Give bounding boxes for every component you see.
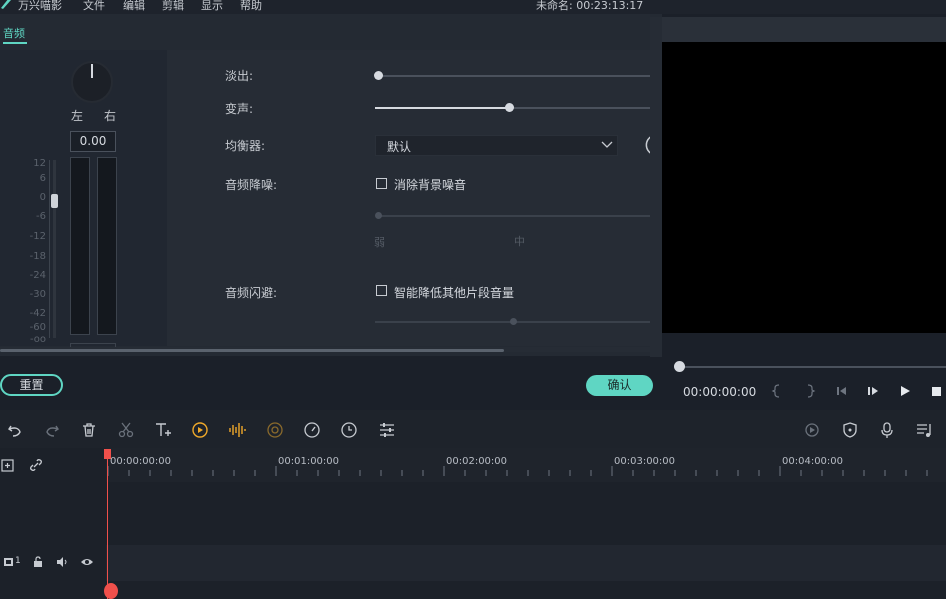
audio-settings [167, 50, 651, 346]
equalizer-select[interactable] [375, 135, 618, 156]
db-tick: 0 [39, 192, 46, 203]
play-icon[interactable] [898, 384, 912, 398]
denoise-level-slider [377, 215, 651, 217]
document-title: 未命名: 00:23:13:17 [536, 0, 644, 12]
audio-mixer-icon[interactable] [915, 421, 933, 439]
ducking-level-thumb [510, 318, 517, 325]
ruler-label: 00:02:00:00 [446, 456, 508, 467]
app-logo-icon [1, 0, 11, 9]
marker-shield-icon[interactable] [841, 421, 859, 439]
eye-icon[interactable] [80, 556, 94, 568]
chevron-down-icon [601, 141, 613, 148]
meter-bar-right [97, 157, 117, 335]
fade-out-slider[interactable] [376, 75, 651, 77]
pan-value-input[interactable]: 0.00 [70, 131, 116, 152]
menu-bar: 万兴喵影 文件 编辑 剪辑 显示 帮助 未命名: 00:23:13:17 [0, 0, 946, 14]
playhead-foot[interactable] [104, 583, 118, 599]
playhead[interactable] [107, 450, 108, 599]
menu-file[interactable]: 文件 [83, 0, 105, 13]
ruler-label: 00:03:00:00 [614, 456, 676, 467]
menu-help[interactable]: 帮助 [240, 0, 262, 13]
fade-out-slider-thumb[interactable] [374, 71, 383, 80]
timeline-area[interactable] [106, 482, 946, 599]
stop-icon[interactable] [929, 384, 943, 398]
video-preview [662, 42, 946, 333]
ducking-label: 音频闪避: [225, 286, 278, 300]
audio-waveform-icon[interactable] [228, 421, 246, 439]
menu-app[interactable]: 万兴喵影 [18, 0, 62, 13]
volume-slider-track[interactable] [53, 160, 56, 338]
speaker-icon[interactable] [55, 556, 69, 568]
add-text-icon[interactable] [154, 421, 172, 439]
mark-in-icon[interactable] [770, 384, 784, 398]
video-track-1[interactable] [106, 545, 946, 581]
tab-active-indicator [3, 42, 27, 44]
panel-divider [650, 17, 662, 357]
denoise-checkbox[interactable] [376, 178, 387, 189]
ok-button[interactable]: 确认 [586, 375, 653, 396]
delete-icon[interactable] [80, 421, 98, 439]
voice-change-slider-thumb[interactable] [505, 103, 514, 112]
denoise-label: 音频降噪: [225, 178, 278, 192]
denoise-checkbox-label[interactable]: 消除背景噪音 [394, 176, 466, 193]
voiceover-mic-icon[interactable] [878, 421, 896, 439]
pan-right-label: 右 [104, 109, 117, 123]
volume-slider-handle[interactable] [51, 194, 58, 208]
ruler-label: 00:04:00:00 [782, 456, 844, 467]
db-tick: -oo [29, 334, 46, 345]
meter-scale [49, 160, 50, 338]
db-tick: -6 [36, 211, 46, 222]
horizontal-scrollbar-thumb[interactable] [0, 349, 504, 352]
undo-icon[interactable] [6, 421, 24, 439]
voice-change-slider-fill [375, 107, 509, 109]
redo-icon[interactable] [43, 421, 61, 439]
speed-icon[interactable] [191, 421, 209, 439]
pan-left-label: 左 [71, 109, 84, 123]
ducking-checkbox-label[interactable]: 智能降低其他片段音量 [394, 284, 514, 301]
voice-change-label: 变声: [225, 102, 254, 116]
db-tick: -30 [29, 289, 46, 300]
equalizer-label: 均衡器: [225, 139, 266, 153]
add-track-icon[interactable] [0, 457, 16, 473]
mark-out-icon[interactable] [803, 384, 817, 398]
speedometer-icon[interactable] [303, 421, 321, 439]
track-number: 1 [15, 556, 21, 566]
db-tick: -18 [29, 251, 46, 262]
denoise-level-thumb [375, 212, 382, 219]
db-tick: -12 [29, 231, 46, 242]
menu-edit[interactable]: 编辑 [123, 0, 145, 13]
adjust-settings-icon[interactable] [378, 421, 396, 439]
color-match-icon[interactable] [266, 421, 284, 439]
db-tick: -42 [29, 308, 46, 319]
tab-audio[interactable]: 音频 [3, 25, 25, 41]
ducking-checkbox[interactable] [376, 285, 387, 296]
ruler-label: 00:00:00:00 [110, 456, 172, 467]
denoise-level-low-label: 弱 [374, 236, 385, 249]
playhead-handle[interactable] [104, 449, 111, 459]
db-tick: 12 [33, 158, 46, 169]
preview-header [662, 17, 946, 42]
fade-out-label: 淡出: [225, 69, 254, 83]
db-tick: 6 [39, 173, 46, 184]
link-icon[interactable] [28, 457, 44, 473]
preview-scrub-thumb[interactable] [674, 361, 685, 372]
denoise-level-mid-label: 中 [514, 235, 525, 248]
lock-icon[interactable] [31, 556, 45, 568]
menu-view[interactable]: 显示 [201, 0, 223, 13]
menu-clip[interactable]: 剪辑 [162, 0, 184, 13]
render-preview-icon[interactable] [803, 421, 821, 439]
player-timecode: 00:00:00:00 [683, 385, 757, 399]
meter-bar-left [70, 157, 90, 335]
preview-scrub-bar[interactable] [679, 366, 946, 368]
db-tick: -60 [29, 322, 46, 333]
db-tick: -24 [29, 270, 46, 281]
cut-icon[interactable] [117, 421, 135, 439]
pan-knob[interactable] [68, 60, 116, 104]
next-frame-icon[interactable] [866, 384, 880, 398]
equalizer-selected-value: 默认 [387, 140, 412, 154]
ruler-label: 00:01:00:00 [278, 456, 340, 467]
previous-frame-icon[interactable] [834, 384, 848, 398]
reset-button[interactable]: 重置 [0, 374, 63, 396]
duration-clock-icon[interactable] [340, 421, 358, 439]
